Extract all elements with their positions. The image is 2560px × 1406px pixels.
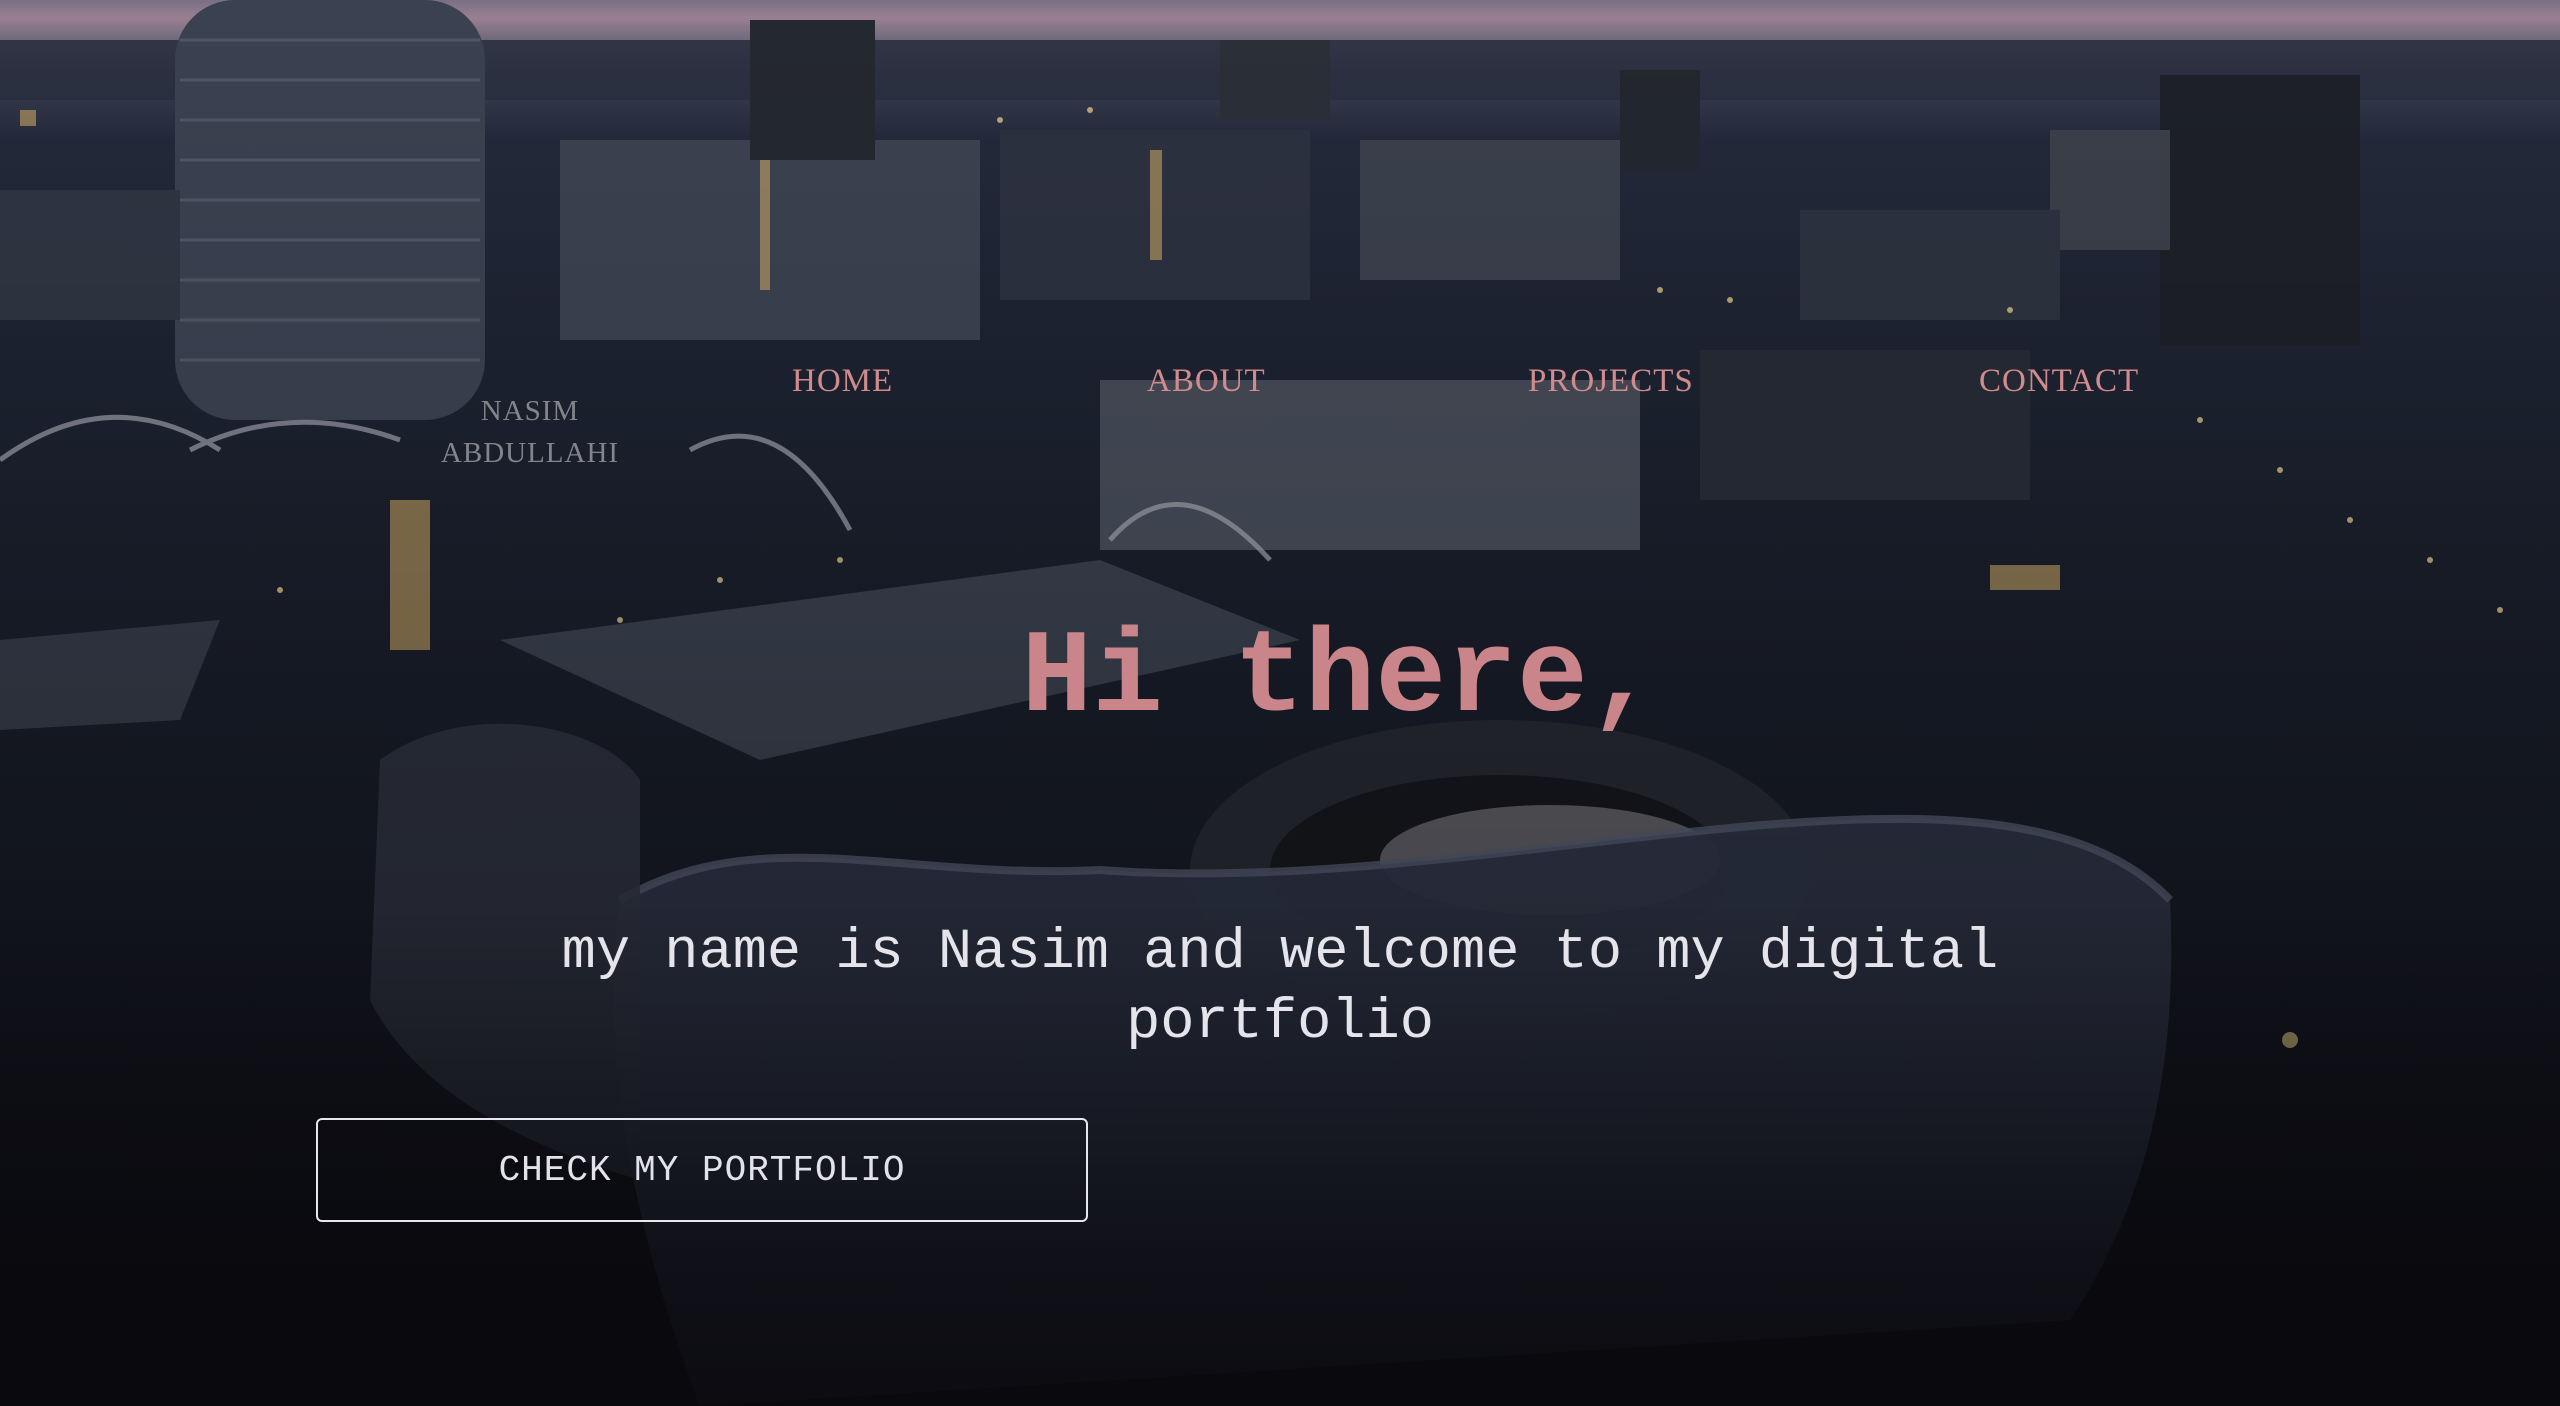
hero-headline: Hi there,	[1021, 613, 1659, 746]
brand-name[interactable]: NASIM ABDULLAHI	[420, 390, 640, 474]
nav-item-contact[interactable]: CONTACT	[1979, 360, 2139, 402]
hero-section: NASIM ABDULLAHI HOME ABOUT PROJECTS CONT…	[0, 0, 2560, 1406]
check-portfolio-button[interactable]: CHECK MY PORTFOLIO	[316, 1118, 1088, 1222]
main-nav: HOME ABOUT PROJECTS CONTACT	[0, 360, 2560, 402]
hero-tagline: my name is Nasim and welcome to my digit…	[561, 921, 1999, 1055]
nav-item-home[interactable]: HOME	[792, 360, 893, 402]
nav-item-projects[interactable]: PROJECTS	[1528, 360, 1694, 402]
nav-item-about[interactable]: ABOUT	[1147, 360, 1266, 402]
